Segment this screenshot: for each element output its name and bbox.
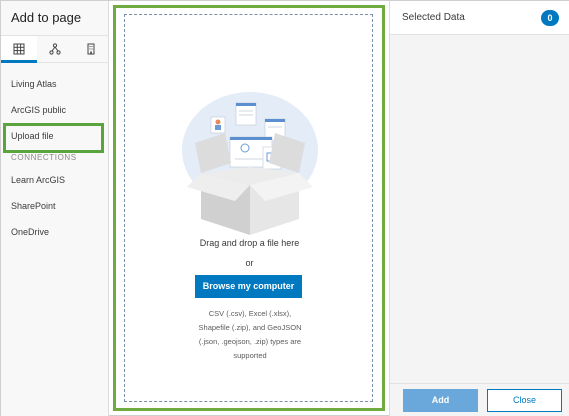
nav-item-sharepoint[interactable]: SharePoint (1, 193, 109, 219)
nav-item-living-atlas[interactable]: Living Atlas (1, 71, 109, 97)
source-tabs (1, 35, 109, 63)
close-button[interactable]: Close (487, 389, 562, 412)
grid-icon (13, 43, 25, 55)
tab-hierarchy[interactable] (37, 36, 73, 62)
nav-item-onedrive[interactable]: OneDrive (1, 219, 109, 245)
building-icon (87, 43, 95, 55)
open-box-illustration-icon (182, 92, 318, 235)
nav-item-learn-arcgis[interactable]: Learn ArcGIS (1, 167, 109, 193)
dialog-footer: Add Close (390, 383, 569, 416)
selected-data-header: Selected Data 0 (390, 1, 569, 35)
nav-item-arcgis-public[interactable]: ArcGIS public (1, 97, 109, 123)
selected-data-title: Selected Data (402, 12, 465, 23)
dropzone-highlight: Drag and drop a file here or Browse my c… (113, 5, 385, 411)
browse-computer-button[interactable]: Browse my computer (195, 275, 302, 298)
drag-drop-instruction: Drag and drop a file here (199, 238, 300, 248)
tab-grid[interactable] (1, 36, 37, 63)
panel-title: Add to page (11, 10, 82, 25)
selected-count-badge: 0 (541, 10, 559, 26)
add-to-page-dialog: Add to page Living Atlas ArcGIS public U… (0, 0, 569, 416)
selected-data-panel: Selected Data 0 Add Close (389, 1, 569, 416)
or-separator: or (245, 258, 254, 268)
source-panel: Add to page Living Atlas ArcGIS public U… (1, 1, 109, 416)
supported-types-text: CSV (.csv), Excel (.xlsx), Shapefile (.z… (198, 309, 302, 360)
upload-file-highlight (3, 123, 104, 153)
dropzone[interactable]: Drag and drop a file here or Browse my c… (124, 14, 373, 402)
tab-building[interactable] (73, 36, 109, 62)
hierarchy-icon (49, 43, 61, 55)
source-nav: Living Atlas ArcGIS public Upload file C… (1, 63, 109, 245)
add-button[interactable]: Add (403, 389, 478, 412)
